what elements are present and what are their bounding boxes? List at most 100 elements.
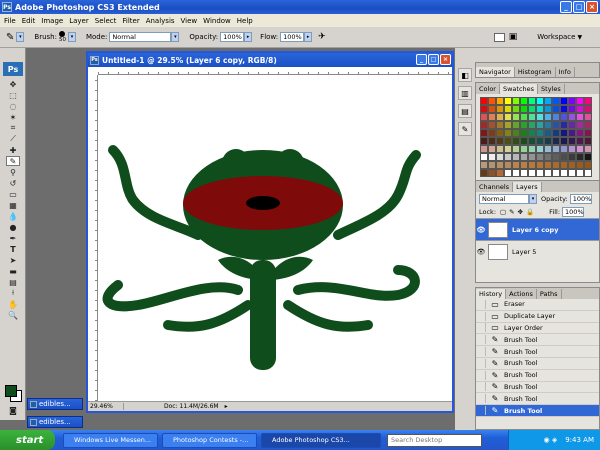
tab-actions[interactable]: Actions: [506, 289, 537, 299]
tab-navigator[interactable]: Navigator: [476, 67, 515, 77]
layer-opacity-field[interactable]: 100%: [569, 193, 592, 204]
eyedropper-tool-icon[interactable]: ⟊: [6, 288, 20, 298]
swatch[interactable]: [560, 161, 568, 169]
swatch[interactable]: [520, 137, 528, 145]
swatch[interactable]: [488, 97, 496, 105]
swatch[interactable]: [504, 113, 512, 121]
history-brush-tool-icon[interactable]: ↺: [6, 178, 20, 188]
swatch[interactable]: [488, 129, 496, 137]
menu-image[interactable]: Image: [41, 17, 63, 25]
swatch[interactable]: [496, 145, 504, 153]
airbrush-icon[interactable]: ✈: [318, 32, 326, 42]
swatch[interactable]: [568, 153, 576, 161]
zoom-level[interactable]: 29.46%: [88, 403, 124, 410]
history-item[interactable]: ✎ Brush Tool: [476, 405, 599, 417]
swatch[interactable]: [576, 113, 584, 121]
type-tool-icon[interactable]: T: [6, 244, 20, 254]
eraser-tool-icon[interactable]: ▭: [6, 189, 20, 199]
minimized-doc-2[interactable]: edibles...: [27, 416, 83, 428]
swatch[interactable]: [544, 129, 552, 137]
swatch[interactable]: [504, 169, 512, 177]
swatch[interactable]: [576, 121, 584, 129]
history-checkbox[interactable]: [476, 370, 486, 380]
swatch[interactable]: [488, 121, 496, 129]
swatch[interactable]: [544, 121, 552, 129]
swatch[interactable]: [568, 169, 576, 177]
menu-file[interactable]: File: [4, 17, 16, 25]
swatch[interactable]: [584, 161, 592, 169]
menu-select[interactable]: Select: [95, 17, 117, 25]
tab-paths[interactable]: Paths: [537, 289, 562, 299]
swatch[interactable]: [552, 97, 560, 105]
history-item[interactable]: ✎ Brush Tool: [476, 346, 599, 358]
history-item[interactable]: ✎ Brush Tool: [476, 393, 599, 406]
shape-tool-icon[interactable]: ▬: [6, 266, 20, 276]
horizontal-ruler[interactable]: [98, 67, 452, 75]
swatch[interactable]: [552, 105, 560, 113]
swatch[interactable]: [584, 169, 592, 177]
document-canvas[interactable]: [98, 75, 452, 401]
history-checkbox[interactable]: [476, 347, 486, 357]
swatch[interactable]: [512, 121, 520, 129]
swatch[interactable]: [480, 97, 488, 105]
swatch[interactable]: [504, 137, 512, 145]
swatch[interactable]: [576, 105, 584, 113]
swatch[interactable]: [496, 129, 504, 137]
close-button[interactable]: ×: [586, 1, 598, 13]
swatch[interactable]: [568, 105, 576, 113]
swatch[interactable]: [568, 97, 576, 105]
swatch[interactable]: [560, 169, 568, 177]
swatch[interactable]: [568, 121, 576, 129]
swatch[interactable]: [488, 169, 496, 177]
swatch[interactable]: [544, 145, 552, 153]
swatch[interactable]: [488, 153, 496, 161]
move-tool-icon[interactable]: ✥: [6, 79, 20, 89]
minimized-doc-1[interactable]: edibles...: [27, 398, 83, 410]
flow-field[interactable]: 100%: [280, 32, 305, 42]
swatch[interactable]: [576, 145, 584, 153]
history-item[interactable]: ✎ Brush Tool: [476, 382, 599, 394]
history-item[interactable]: ▭ Layer Order: [476, 323, 599, 335]
flow-dropdown-arrow[interactable]: ▸: [304, 32, 313, 42]
history-checkbox[interactable]: [476, 299, 486, 309]
swatch[interactable]: [560, 121, 568, 129]
history-panel-icon[interactable]: ▤: [458, 104, 472, 118]
lasso-tool-icon[interactable]: ◌: [6, 101, 20, 111]
opacity-field[interactable]: 100%: [220, 32, 245, 42]
history-checkbox[interactable]: [476, 323, 486, 333]
history-item[interactable]: ✎ Brush Tool: [476, 358, 599, 370]
color-panel-icon[interactable]: ▥: [458, 86, 472, 100]
swatch[interactable]: [528, 105, 536, 113]
bridge-icon[interactable]: ▣: [509, 32, 518, 42]
swatch[interactable]: [528, 169, 536, 177]
swatch[interactable]: [544, 153, 552, 161]
swatch[interactable]: [576, 137, 584, 145]
swatch[interactable]: [536, 169, 544, 177]
swatch[interactable]: [496, 169, 504, 177]
swatch[interactable]: [544, 169, 552, 177]
swatch[interactable]: [552, 121, 560, 129]
swatch[interactable]: [576, 161, 584, 169]
tab-swatches[interactable]: Swatches: [499, 84, 539, 94]
blur-tool-icon[interactable]: 💧: [6, 211, 20, 221]
swatch[interactable]: [528, 145, 536, 153]
taskbar-item-photoshop[interactable]: Adobe Photoshop CS3...: [261, 432, 381, 448]
swatch[interactable]: [512, 105, 520, 113]
swatch[interactable]: [504, 97, 512, 105]
slice-tool-icon[interactable]: ⟋: [6, 134, 20, 144]
menu-layer[interactable]: Layer: [69, 17, 89, 25]
history-item[interactable]: ▭ Eraser: [476, 299, 599, 311]
swatch[interactable]: [512, 97, 520, 105]
blend-mode-select[interactable]: Normal: [479, 193, 529, 204]
swatch[interactable]: [520, 169, 528, 177]
status-arrow-icon[interactable]: ▸: [225, 403, 228, 410]
history-item[interactable]: ▭ Duplicate Layer: [476, 311, 599, 323]
swatch[interactable]: [480, 153, 488, 161]
swatch[interactable]: [560, 97, 568, 105]
swatch[interactable]: [544, 105, 552, 113]
vertical-ruler[interactable]: [88, 75, 98, 401]
history-item[interactable]: ✎ Brush Tool: [476, 370, 599, 382]
swatch[interactable]: [536, 161, 544, 169]
workspace-label[interactable]: Workspace: [537, 33, 575, 41]
swatch[interactable]: [480, 161, 488, 169]
